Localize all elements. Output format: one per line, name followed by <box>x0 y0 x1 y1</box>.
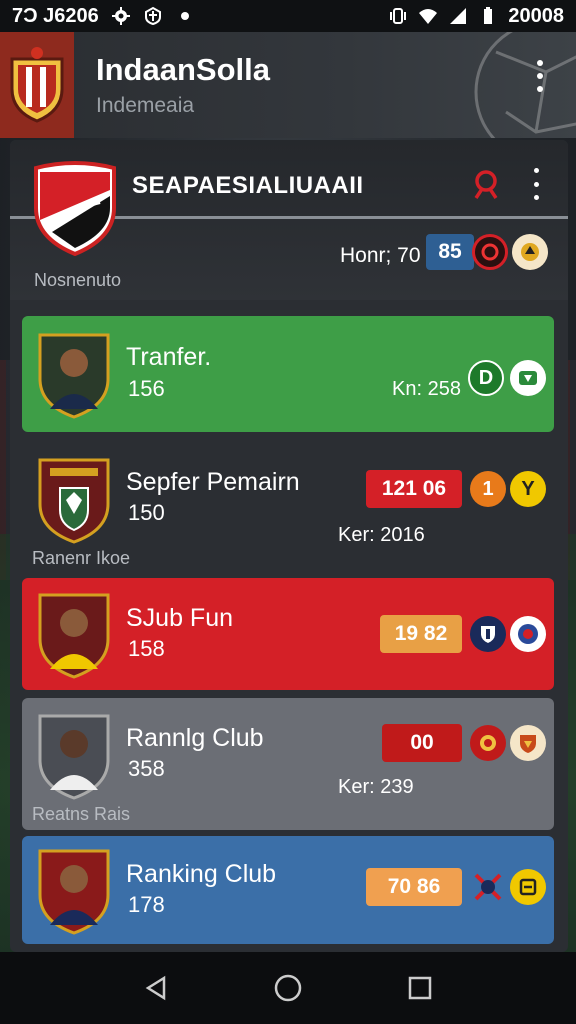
row-ker: Ker: 239 <box>338 776 414 798</box>
app-title: IndaanSolla <box>96 52 270 87</box>
gear-icon <box>111 7 130 25</box>
menu-dot-icon <box>533 195 539 200</box>
club-title: SEAPAESIALIUAAII <box>132 172 364 199</box>
menu-dot-icon <box>533 181 539 187</box>
row-number: 158 <box>128 636 165 661</box>
list-item[interactable]: Tranfer. 156 Kn: 258 D <box>22 316 554 432</box>
home-circle-icon <box>274 974 302 1002</box>
row-title: Ranking Club <box>126 860 277 888</box>
club-header-card[interactable]: SEAPAESIALIUAAII Nosnenuto Honr; 70 85 <box>10 140 568 300</box>
shield-icon <box>519 371 537 385</box>
row-number: 150 <box>128 500 165 525</box>
player-avatar-icon <box>38 593 110 679</box>
shield-icon <box>481 626 495 643</box>
vibrate-icon <box>390 8 407 24</box>
signal-icon <box>450 8 467 24</box>
score-box: 19 82 <box>380 615 462 653</box>
recents-square-icon <box>408 976 432 1000</box>
player-avatar-icon <box>38 714 110 800</box>
app-subtitle: Indemeaia <box>96 94 195 117</box>
yellow-club-badge-icon[interactable] <box>512 234 548 270</box>
row-number: 358 <box>128 756 165 781</box>
score-box: 121 06 <box>366 470 462 508</box>
recents-button[interactable] <box>400 968 440 1008</box>
red-club-badge-icon[interactable] <box>470 725 506 761</box>
crest-logo-icon <box>10 47 64 123</box>
row-title: SJub Fun <box>126 604 234 632</box>
menu-dot-icon <box>533 168 539 173</box>
shield-icon <box>144 6 161 26</box>
crest-icon <box>520 735 536 753</box>
list-item[interactable]: SJub Fun 158 19 82 <box>22 578 554 690</box>
battery-text: 20008 <box>508 4 564 27</box>
wifi-icon <box>419 9 438 24</box>
app-header: IndaanSolla Indemeaia <box>0 32 576 138</box>
club-caption: Nosnenuto <box>34 270 122 290</box>
row-title: Rannlg Club <box>126 724 264 752</box>
club-score-badge: 85 <box>426 234 474 270</box>
list-item[interactable]: Ranking Club 178 70 86 <box>22 836 554 944</box>
crest-icon <box>519 878 537 896</box>
navy-club-badge-icon[interactable] <box>470 616 506 652</box>
list-item[interactable]: Sepfer Pemairn 150 Ranenr Ikoe Ker: 2016… <box>22 446 554 570</box>
status-bar: 7Ɔ J6206 20008 <box>0 0 576 32</box>
player-avatar-icon <box>38 849 110 935</box>
cream-club-badge-icon[interactable] <box>510 725 546 761</box>
club-crest-icon <box>34 161 116 256</box>
row-badge[interactable]: D <box>468 360 504 396</box>
yellow-club-badge-icon[interactable] <box>510 869 546 905</box>
overflow-menu-button[interactable] <box>528 56 552 96</box>
back-triangle-icon <box>145 975 166 1001</box>
battery-icon <box>484 7 493 24</box>
club-crest-icon <box>38 458 110 544</box>
ring-icon <box>481 243 499 261</box>
club-menu-button[interactable] <box>526 168 546 200</box>
score-box: 70 86 <box>366 868 462 906</box>
back-button[interactable] <box>136 968 176 1008</box>
app-logo[interactable] <box>0 32 74 138</box>
status-time: 7Ɔ J6206 <box>12 4 99 27</box>
lion-icon <box>521 243 539 261</box>
row-ker: Ker: 2016 <box>338 524 425 546</box>
crest-icon <box>518 624 538 644</box>
crossed-shield-icon <box>474 873 502 901</box>
red-club-badge-icon[interactable] <box>472 234 508 270</box>
row-caption: Reatns Rais <box>32 804 131 824</box>
search-icon[interactable] <box>470 168 502 200</box>
row-caption: Ranenr Ikoe <box>32 548 131 568</box>
row-title: Sepfer Pemairn <box>126 468 300 496</box>
navigation-bar <box>0 952 576 1024</box>
row-title: Tranfer. <box>126 343 212 371</box>
home-button[interactable] <box>268 968 308 1008</box>
striped-club-badge-icon[interactable] <box>470 869 506 905</box>
score-box: 00 <box>382 724 462 762</box>
row-ker: Kn: 258 <box>392 378 461 400</box>
player-avatar-icon <box>38 333 110 419</box>
emblem-icon <box>480 735 496 751</box>
ball-decoration <box>474 32 576 138</box>
row-number: 156 <box>128 376 165 401</box>
list-item[interactable]: Rannlg Club 358 Reatns Rais Ker: 239 00 <box>22 698 554 830</box>
green-club-badge-icon[interactable] <box>510 360 546 396</box>
row-badge-secondary[interactable]: Y <box>510 471 546 507</box>
menu-dot-icon <box>537 72 543 79</box>
dot-icon <box>180 12 189 20</box>
menu-dot-icon <box>537 86 543 93</box>
club-stat: Honr; 70 <box>340 244 421 267</box>
row-badge[interactable]: 1 <box>470 471 506 507</box>
blue-club-badge-icon[interactable] <box>510 616 546 652</box>
row-number: 178 <box>128 892 165 917</box>
menu-dot-icon <box>537 59 543 66</box>
